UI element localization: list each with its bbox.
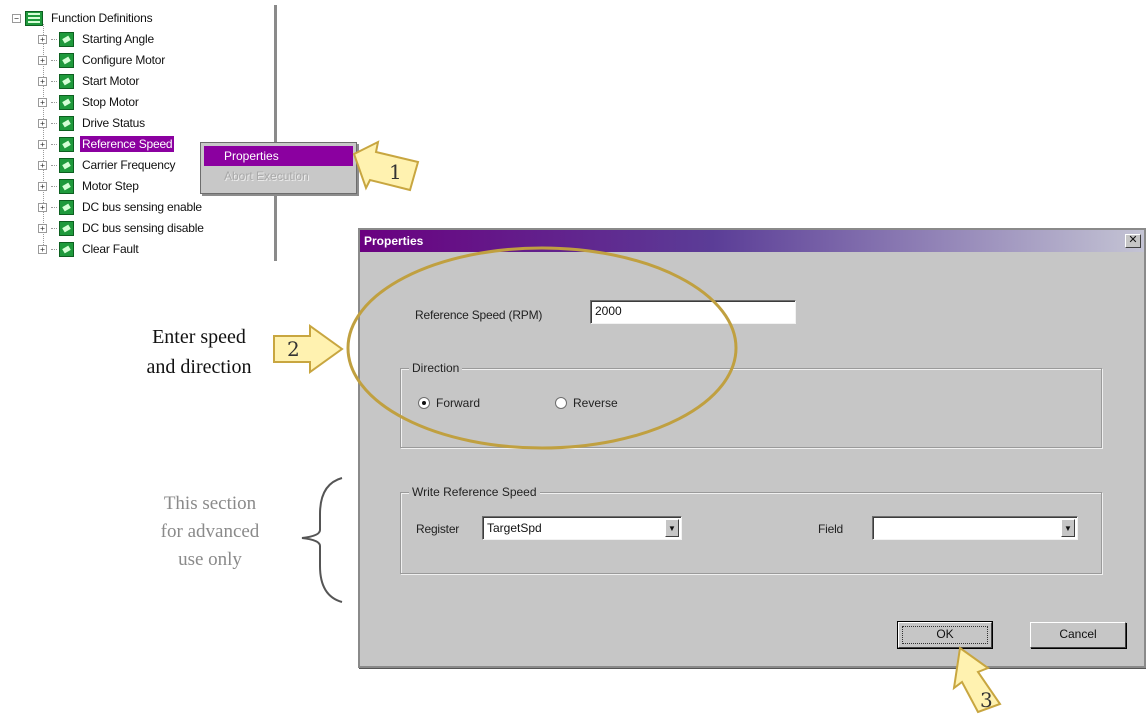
tree-item-label: Configure Motor bbox=[82, 53, 166, 67]
function-node-icon bbox=[59, 178, 74, 194]
tree-item[interactable]: + Clear Fault bbox=[38, 240, 141, 258]
tree-branch-line bbox=[51, 227, 57, 229]
advanced-use-annotation: This section for advanced use only bbox=[140, 490, 280, 574]
tree-item[interactable]: + Motor Step bbox=[38, 177, 141, 195]
field-label: Field bbox=[818, 522, 844, 536]
close-icon[interactable]: ✕ bbox=[1125, 234, 1141, 248]
enter-speed-annotation: Enter speed and direction bbox=[126, 322, 272, 382]
callout-number-1: 1 bbox=[389, 160, 402, 184]
expand-toggle-icon[interactable]: + bbox=[38, 244, 47, 254]
callout-arrow-3-icon bbox=[952, 646, 1002, 714]
annotation-line: and direction bbox=[146, 356, 252, 378]
tree-branch-line bbox=[51, 206, 57, 208]
annotation-line: Enter speed bbox=[152, 326, 246, 348]
callout-arrow-2-icon bbox=[273, 324, 344, 374]
tree-item[interactable]: + Starting Angle bbox=[38, 30, 156, 48]
tree-branch-line bbox=[51, 59, 57, 61]
callout-arrow-1-icon bbox=[352, 140, 420, 192]
menu-item-properties[interactable]: Properties bbox=[204, 146, 353, 166]
register-label: Register bbox=[416, 522, 460, 536]
function-node-icon bbox=[59, 136, 74, 152]
curly-brace-icon bbox=[301, 477, 343, 603]
tree-item-label: DC bus sensing disable bbox=[82, 221, 204, 235]
expand-toggle-icon[interactable]: + bbox=[38, 34, 47, 44]
tree-item[interactable]: + DC bus sensing disable bbox=[38, 219, 206, 237]
tree-item-label: Motor Step bbox=[82, 179, 139, 193]
annotation-line: for advanced bbox=[160, 521, 260, 542]
tree-item[interactable]: + Configure Motor bbox=[38, 51, 167, 69]
register-value: TargetSpd bbox=[487, 521, 542, 535]
tree-item[interactable]: + Stop Motor bbox=[38, 93, 141, 111]
expand-toggle-icon[interactable]: + bbox=[38, 139, 47, 149]
tree-branch-line bbox=[51, 101, 57, 103]
tree-item-label: Carrier Frequency bbox=[82, 158, 176, 172]
annotation-line: This section bbox=[163, 493, 257, 514]
tree-branch-line bbox=[51, 164, 57, 166]
tree-item-label: Clear Fault bbox=[82, 242, 139, 256]
register-select[interactable]: TargetSpd ▼ bbox=[482, 516, 682, 540]
function-node-icon bbox=[59, 199, 74, 215]
function-node-icon bbox=[59, 31, 74, 47]
tree-item-label: DC bus sensing enable bbox=[82, 200, 202, 214]
tree-branch-line bbox=[51, 143, 57, 145]
tree-item[interactable]: + DC bus sensing enable bbox=[38, 198, 204, 216]
function-node-icon bbox=[59, 220, 74, 236]
tree-item[interactable]: + Reference Speed bbox=[38, 135, 175, 153]
context-menu: Properties Abort Execution bbox=[200, 142, 357, 194]
function-node-icon bbox=[59, 157, 74, 173]
tree-branch-line bbox=[51, 185, 57, 187]
function-tree: − Function Definitions + Starting Angle + C… bbox=[0, 0, 278, 262]
tree-item-label: Starting Angle bbox=[82, 32, 154, 46]
tree-item[interactable]: + Carrier Frequency bbox=[38, 156, 177, 174]
tree-root-label: Function Definitions bbox=[51, 11, 153, 25]
expand-toggle-icon[interactable]: + bbox=[38, 223, 47, 233]
highlight-ellipse bbox=[346, 246, 738, 450]
dropdown-arrow-icon[interactable]: ▼ bbox=[1061, 519, 1075, 537]
tree-branch-line bbox=[51, 248, 57, 250]
expand-toggle-icon[interactable]: + bbox=[38, 202, 47, 212]
tree-item-label: Reference Speed bbox=[80, 136, 175, 152]
cancel-button[interactable]: Cancel bbox=[1030, 622, 1126, 648]
tree-root-function-definitions[interactable]: − Function Definitions bbox=[12, 9, 154, 27]
function-list-icon bbox=[25, 10, 43, 26]
function-node-icon bbox=[59, 115, 74, 131]
expand-toggle-icon[interactable]: + bbox=[38, 181, 47, 191]
expand-toggle-icon[interactable]: + bbox=[38, 160, 47, 170]
function-node-icon bbox=[59, 241, 74, 257]
tree-item[interactable]: + Drive Status bbox=[38, 114, 147, 132]
function-node-icon bbox=[59, 94, 74, 110]
focus-rectangle bbox=[902, 626, 988, 644]
tree-item-label: Drive Status bbox=[82, 116, 145, 130]
tree-branch-line bbox=[51, 38, 57, 40]
function-node-icon bbox=[59, 52, 74, 68]
field-select[interactable]: ▼ bbox=[872, 516, 1078, 540]
pane-splitter[interactable] bbox=[274, 5, 277, 261]
tree-item-label: Stop Motor bbox=[82, 95, 139, 109]
expand-toggle-icon[interactable]: + bbox=[38, 55, 47, 65]
write-group-label: Write Reference Speed bbox=[409, 485, 540, 499]
collapse-toggle-icon[interactable]: − bbox=[12, 13, 21, 23]
function-node-icon bbox=[59, 73, 74, 89]
annotation-line: use only bbox=[178, 549, 242, 570]
expand-toggle-icon[interactable]: + bbox=[38, 118, 47, 128]
callout-number-2: 2 bbox=[287, 337, 300, 361]
tree-branch-line bbox=[51, 80, 57, 82]
tree-item[interactable]: + Start Motor bbox=[38, 72, 141, 90]
tree-item-label: Start Motor bbox=[82, 74, 140, 88]
tree-branch-line bbox=[51, 122, 57, 124]
dropdown-arrow-icon[interactable]: ▼ bbox=[665, 519, 679, 537]
callout-number-3: 3 bbox=[980, 688, 993, 712]
ok-button[interactable]: OK bbox=[897, 621, 993, 649]
menu-item-abort-execution: Abort Execution bbox=[224, 169, 309, 183]
cancel-label: Cancel bbox=[1059, 627, 1097, 641]
expand-toggle-icon[interactable]: + bbox=[38, 97, 47, 107]
expand-toggle-icon[interactable]: + bbox=[38, 76, 47, 86]
